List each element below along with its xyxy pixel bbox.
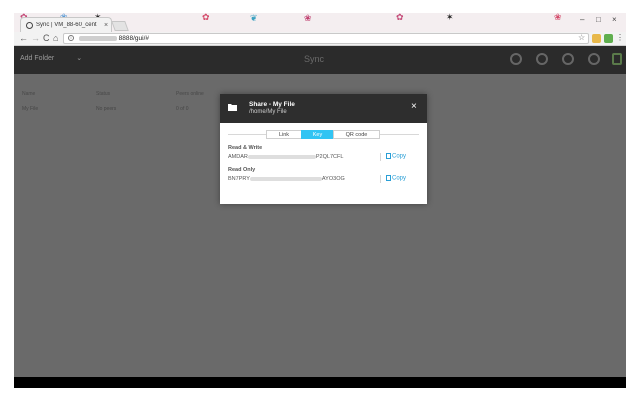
notifications-icon[interactable]: [562, 53, 574, 65]
read-write-key-start: AMDAR: [228, 154, 248, 160]
app-header: Add Folder ⌄ Sync: [14, 46, 626, 74]
column-name[interactable]: Name: [22, 91, 35, 97]
redacted-host: [78, 35, 117, 41]
address-bar[interactable]: i 8888/gui/#: [63, 33, 589, 44]
window-close-icon[interactable]: ×: [612, 15, 617, 24]
status-icon[interactable]: [612, 53, 622, 65]
redacted-key: [249, 176, 322, 181]
row-status: No peers: [96, 106, 117, 112]
read-write-label: Read & Write: [228, 145, 263, 151]
back-icon[interactable]: ←: [19, 33, 28, 44]
copy-separator: [380, 153, 381, 161]
copy-icon: [386, 175, 391, 181]
add-folder-button[interactable]: Add Folder ⌄: [20, 54, 82, 62]
copy-label: Copy: [392, 175, 407, 182]
app-viewport: Add Folder ⌄ Sync Name Status Peers onli…: [14, 46, 626, 377]
tab-key-label: Key: [312, 132, 323, 138]
row-folder-name[interactable]: My File: [22, 106, 38, 112]
add-folder-label: Add Folder: [20, 55, 55, 62]
history-icon[interactable]: [536, 53, 548, 65]
browser-toolbar: ← → C ⌂ i 8888/gui/# ☆ ⋮: [14, 32, 626, 46]
extension-icon[interactable]: [604, 34, 613, 43]
reload-icon[interactable]: C: [43, 33, 50, 44]
extension-icon[interactable]: [592, 34, 601, 43]
maximize-icon[interactable]: □: [596, 15, 601, 24]
tab-qr-label: QR code: [345, 132, 368, 138]
tab-close-icon[interactable]: ×: [104, 22, 108, 29]
tab-key[interactable]: Key: [301, 130, 334, 139]
tab-strip: ✿ ❀ ✶ ✿ ❦ ❀ ✿ ✶ ❀ Sync | VM_88-60_cent ×…: [14, 13, 626, 32]
read-only-label: Read Only: [228, 167, 256, 173]
new-tab-button[interactable]: [111, 21, 129, 31]
tab-link[interactable]: Link: [266, 130, 302, 139]
star-decoration: ✶: [446, 13, 454, 22]
browser-window: ✿ ❀ ✶ ✿ ❦ ❀ ✿ ✶ ❀ Sync | VM_88-60_cent ×…: [14, 13, 626, 388]
read-only-key[interactable]: BN7PRY AYO3OG: [228, 176, 345, 182]
read-write-key-end: P2QL7CFL: [315, 154, 344, 160]
bottom-bar: [14, 377, 626, 388]
copy-read-only-button[interactable]: Copy: [386, 175, 406, 182]
info-icon[interactable]: i: [68, 35, 74, 42]
read-only-key-start: BN7PRY: [228, 176, 250, 182]
share-dialog: Share - My File /home/My File × Link Key…: [220, 94, 427, 204]
copy-label: Copy: [392, 153, 407, 160]
url-text: 8888/gui/#: [118, 35, 149, 42]
browser-menu-icon[interactable]: ⋮: [616, 33, 624, 42]
copy-icon: [386, 153, 391, 159]
tab-link-label: Link: [278, 132, 290, 138]
app-title: Sync: [304, 54, 325, 64]
read-only-key-end: AYO3OG: [321, 176, 345, 182]
minimize-icon[interactable]: –: [580, 15, 584, 24]
row-peers: 0 of 0: [176, 106, 189, 112]
copy-read-write-button[interactable]: Copy: [386, 153, 406, 160]
floral-decoration: ✿: [396, 13, 404, 22]
dialog-header: Share - My File /home/My File ×: [220, 94, 427, 123]
folder-icon: [228, 104, 237, 111]
column-status[interactable]: Status: [96, 91, 110, 97]
copy-separator: [380, 175, 381, 183]
search-icon[interactable]: [510, 53, 522, 65]
floral-decoration: ❀: [304, 13, 312, 23]
dialog-subtitle: /home/My File: [249, 109, 287, 115]
close-icon[interactable]: ×: [411, 102, 417, 112]
sync-favicon-icon: [26, 21, 33, 29]
settings-icon[interactable]: [588, 53, 600, 65]
column-peers[interactable]: Peers online: [176, 91, 204, 97]
home-icon[interactable]: ⌂: [53, 33, 58, 44]
tab-qr-code[interactable]: QR code: [333, 130, 380, 139]
add-folder-caret-icon[interactable]: ⌄: [76, 55, 82, 62]
dialog-title: Share - My File: [249, 101, 295, 108]
read-write-key[interactable]: AMDAR P2QL7CFL: [228, 154, 343, 160]
redacted-key: [247, 154, 316, 159]
floral-decoration: ✿: [202, 13, 210, 22]
tab-title: Sync | VM_88-60_cent: [36, 22, 97, 28]
butterfly-decoration: ❦: [250, 13, 258, 23]
browser-tab[interactable]: Sync | VM_88-60_cent ×: [20, 17, 112, 32]
forward-icon[interactable]: →: [31, 33, 40, 44]
floral-decoration: ❀: [554, 13, 562, 22]
bookmark-star-icon[interactable]: ☆: [578, 33, 585, 42]
